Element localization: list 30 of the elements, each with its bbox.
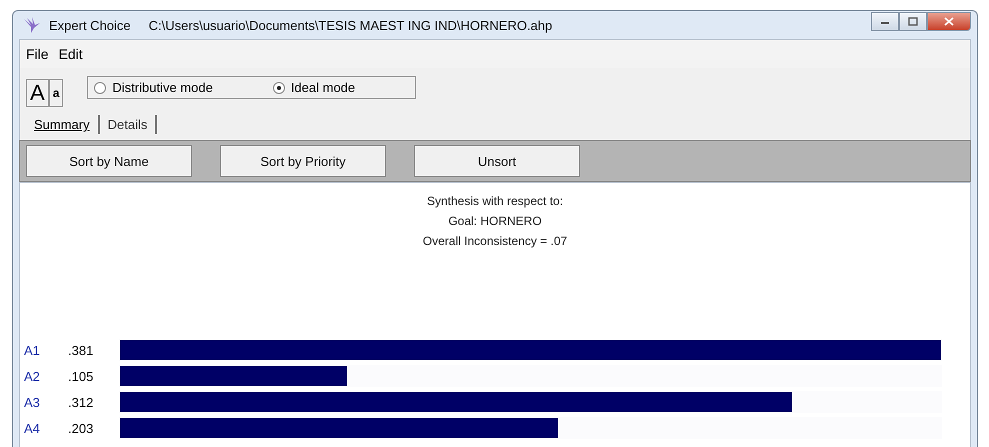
mode-radio[interactable]: Ideal mode bbox=[272, 80, 356, 95]
sort-button[interactable]: Unsort bbox=[414, 145, 580, 177]
font-size-button[interactable]: A bbox=[26, 79, 49, 107]
mode-radio[interactable]: Distributive mode bbox=[94, 80, 213, 95]
minimize-button[interactable] bbox=[871, 12, 899, 31]
alternative-name: A4 bbox=[24, 420, 41, 436]
maximize-icon bbox=[908, 17, 918, 26]
alternative-name: A3 bbox=[24, 394, 41, 410]
window-title: C:\Users\usuario\Documents\TESIS MAEST ING IND\HORNERO.ahp bbox=[148, 18, 552, 32]
synthesis-heading: Synthesis with respect to: bbox=[426, 193, 564, 210]
menu-item[interactable]: Edit bbox=[58, 46, 83, 62]
goal-label: Goal: HORNERO bbox=[448, 213, 542, 230]
priority-value: .203 bbox=[68, 420, 94, 436]
inconsistency-label: Overall Inconsistency = .07 bbox=[422, 233, 568, 250]
tab[interactable]: Summary bbox=[26, 115, 100, 134]
maximize-button[interactable] bbox=[899, 12, 927, 31]
menu-item[interactable]: File bbox=[26, 46, 49, 62]
priority-value: .381 bbox=[68, 342, 94, 358]
alternative-name: A1 bbox=[24, 342, 41, 358]
font-size-button[interactable]: a bbox=[48, 79, 64, 107]
close-button[interactable] bbox=[927, 12, 971, 31]
sort-button[interactable]: Sort by Name bbox=[26, 145, 192, 177]
bird-logo-icon bbox=[23, 17, 41, 33]
app-name: Expert Choice bbox=[49, 18, 131, 32]
priority-value: .105 bbox=[68, 368, 94, 384]
sort-button[interactable]: Sort by Priority bbox=[220, 145, 386, 177]
tab[interactable]: Details bbox=[100, 115, 158, 134]
close-icon bbox=[944, 17, 954, 26]
priority-value: .312 bbox=[68, 394, 94, 410]
alternative-name: A2 bbox=[24, 368, 41, 384]
